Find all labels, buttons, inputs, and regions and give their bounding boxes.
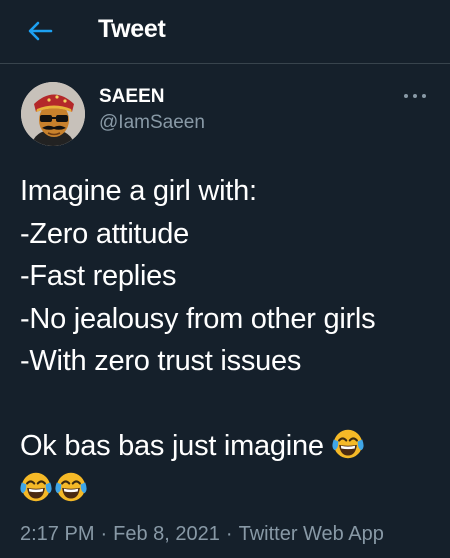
- arrow-left-icon[interactable]: [26, 17, 54, 45]
- tweet-time[interactable]: 2:17 PM: [20, 523, 94, 545]
- joy-emoji-icon: [20, 471, 52, 503]
- tweet-closing-line: Ok bas bas just imagine: [20, 425, 440, 468]
- author-handle[interactable]: @IamSaeen: [99, 112, 205, 134]
- tweet-closing-text: Ok bas bas just imagine: [20, 430, 324, 462]
- top-bar: Tweet: [0, 0, 450, 64]
- avatar[interactable]: [21, 82, 85, 146]
- tweet-date[interactable]: Feb 8, 2021: [113, 523, 220, 545]
- more-horizontal-icon[interactable]: [401, 88, 429, 104]
- tweet-text-line: -With zero trust issues: [20, 345, 302, 377]
- joy-emoji-icon: [55, 471, 87, 503]
- separator: ·: [100, 523, 108, 545]
- tweet-meta: 2:17 PM · Feb 8, 2021 · Twitter Web App: [20, 523, 384, 546]
- tweet-text-line: -Zero attitude: [20, 217, 189, 250]
- author-display-name[interactable]: SAEEN: [99, 86, 164, 108]
- joy-emoji-icon: [332, 428, 364, 460]
- tweet-text: Imagine a girl with: -Zero attitude -Fas…: [20, 170, 440, 510]
- separator: ·: [225, 523, 233, 545]
- tweet-text-line: -No jealousy from other girls: [20, 302, 376, 335]
- tweet-text-line: -Fast replies: [20, 260, 177, 292]
- tweet-text-line: Imagine a girl with:: [20, 175, 257, 207]
- page-title: Tweet: [98, 15, 166, 43]
- emoji-line: [20, 468, 440, 511]
- avatar-cartoon-man-icon: [21, 82, 85, 146]
- tweet-source[interactable]: Twitter Web App: [239, 523, 384, 545]
